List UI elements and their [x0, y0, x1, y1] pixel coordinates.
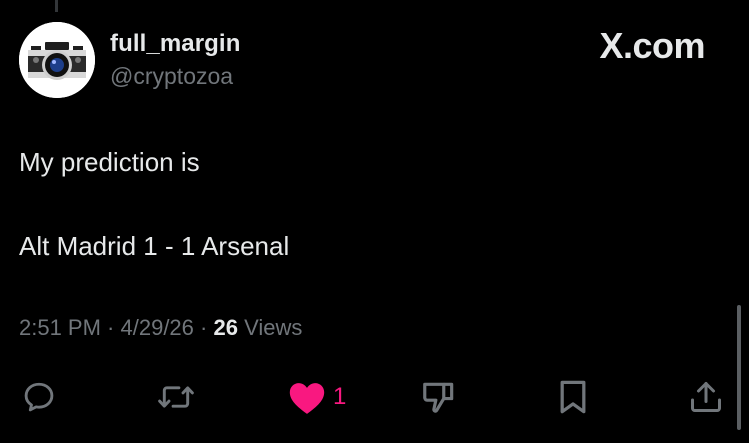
- author-display-name[interactable]: full_margin: [110, 30, 240, 58]
- tweet-line: Alt Madrid 1 - 1 Arsenal: [19, 231, 290, 261]
- tweet-time[interactable]: 2:51 PM: [19, 315, 101, 340]
- tweet-body: My prediction is Alt Madrid 1 - 1 Arsena…: [19, 145, 289, 313]
- dislike-button[interactable]: [420, 372, 458, 422]
- scrollbar[interactable]: [737, 305, 741, 430]
- like-count: 1: [333, 383, 347, 410]
- tweet-line: My prediction is: [19, 147, 200, 177]
- tweet-actions-bar: 1: [0, 372, 749, 422]
- like-button[interactable]: 1: [287, 372, 346, 422]
- views-count: 26: [213, 315, 238, 340]
- tweet-date[interactable]: 4/29/26: [121, 315, 194, 340]
- reply-button[interactable]: [21, 372, 57, 422]
- author-handle[interactable]: @cryptozoa: [110, 63, 233, 90]
- retweet-button[interactable]: [157, 372, 195, 422]
- thread-connector-line: [55, 0, 58, 12]
- reply-icon: [24, 382, 54, 412]
- share-button[interactable]: [688, 372, 724, 422]
- meta-separator: ·: [100, 315, 121, 340]
- heart-icon: [289, 383, 325, 414]
- tweet-meta: 2:51 PM · 4/29/26 · 26 Views: [19, 315, 302, 341]
- bookmark-button[interactable]: [556, 372, 590, 422]
- retweet-icon: [158, 386, 194, 408]
- share-icon: [691, 382, 721, 412]
- meta-separator: ·: [193, 315, 214, 340]
- bookmark-icon: [560, 380, 586, 414]
- x-com-watermark: X.com: [599, 25, 705, 66]
- thumbs-down-icon: [423, 382, 454, 413]
- camera-icon: [19, 22, 95, 98]
- views-label: Views: [237, 315, 303, 340]
- avatar[interactable]: [19, 22, 95, 98]
